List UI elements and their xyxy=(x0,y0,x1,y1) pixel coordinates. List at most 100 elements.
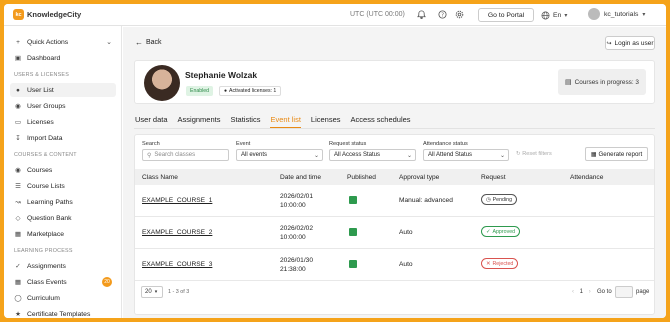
published-icon xyxy=(349,228,357,236)
chevron-right-icon[interactable]: › xyxy=(589,289,591,295)
sidebar-item-label: Dashboard xyxy=(27,54,61,62)
tab-bar: User data Assignments Statistics Event l… xyxy=(135,115,411,128)
sidebar-item-curriculum[interactable]: ◯ Curriculum xyxy=(10,291,116,305)
sidebar-item-label: Learning Paths xyxy=(27,198,73,206)
event-value: All events xyxy=(241,152,268,158)
license-icon: ▭ xyxy=(14,119,22,126)
date-time: 2026/01/30 21:38:00 xyxy=(280,256,313,274)
class-name-link[interactable]: EXAMPLE_COURSE_2 xyxy=(142,229,212,236)
date-time: 2026/02/01 10:00:00 xyxy=(280,192,313,210)
chevron-down-icon: ▾ xyxy=(642,11,646,18)
timezone-label[interactable]: UTC (UTC 00:00) xyxy=(350,11,405,18)
sidebar-item-courses[interactable]: ◉ Courses xyxy=(10,163,116,177)
go-to-portal-button[interactable]: Go to Portal xyxy=(478,8,534,22)
reset-filters-button[interactable]: ↻ Reset filters xyxy=(516,151,552,157)
current-page[interactable]: 1 xyxy=(580,289,583,295)
tab-access-schedules[interactable]: Access schedules xyxy=(351,115,411,128)
login-as-user-label: Login as user xyxy=(614,39,654,47)
gear-icon[interactable] xyxy=(454,9,465,20)
sidebar-item-label: Curriculum xyxy=(27,294,60,302)
page-number: ‹ 1 › xyxy=(572,289,591,295)
arrow-left-icon: ← xyxy=(135,38,143,47)
sidebar-item-dashboard[interactable]: ▣ Dashboard xyxy=(10,51,116,65)
per-page-select[interactable]: 20 ▾ xyxy=(141,286,163,298)
login-as-user-button[interactable]: ↪ Login as user xyxy=(605,36,655,50)
sidebar-item-learning-paths[interactable]: ↝ Learning Paths xyxy=(10,195,116,209)
tab-statistics[interactable]: Statistics xyxy=(230,115,260,128)
tab-divider xyxy=(134,128,655,129)
sidebar-item-label: User Groups xyxy=(27,102,66,110)
tab-user-data[interactable]: User data xyxy=(135,115,168,128)
column-header: Class Name xyxy=(142,174,178,181)
class-name-link[interactable]: EXAMPLE_COURSE_3 xyxy=(142,261,212,268)
chevron-down-icon: ⌄ xyxy=(313,152,319,159)
list-icon: ☰ xyxy=(15,183,21,190)
reset-filters-label: Reset filters xyxy=(522,151,552,157)
search-input[interactable]: ⚲ Search classes xyxy=(142,149,229,161)
path-icon: ↝ xyxy=(15,199,21,206)
chevron-left-icon[interactable]: ‹ xyxy=(572,289,574,295)
time: 10:00:00 xyxy=(280,234,306,241)
sidebar-item-user-groups[interactable]: ◉ User Groups xyxy=(10,99,116,113)
generate-report-label: Generate report xyxy=(598,150,643,158)
request-status-label: Request status xyxy=(329,141,367,147)
import-icon: ↧ xyxy=(15,135,21,142)
status-label: Pending xyxy=(492,196,513,203)
courses-icon: ◉ xyxy=(15,167,21,174)
request-status-select[interactable]: All Access Status ⌄ xyxy=(329,149,416,161)
attendance-status-select[interactable]: All Attend Status ⌄ xyxy=(423,149,509,161)
published-icon xyxy=(349,260,357,268)
language-value: En xyxy=(553,11,562,19)
help-icon[interactable]: ? xyxy=(437,9,448,20)
back-label: Back xyxy=(146,39,162,46)
user-menu[interactable]: kc_tutorials ▾ xyxy=(588,8,645,20)
approval-type: Manual: advanced xyxy=(399,197,453,204)
sidebar-item-course-lists[interactable]: ☰ Course Lists xyxy=(10,179,116,193)
notification-icon[interactable] xyxy=(416,9,427,20)
sidebar-item-licenses[interactable]: ▭ Licenses xyxy=(10,115,116,129)
event-list-panel: Search ⚲ Search classes Event All events… xyxy=(134,134,655,315)
login-icon: ↪ xyxy=(606,40,612,47)
sidebar-item-label: Assignments xyxy=(27,262,66,270)
sidebar-item-certificate-templates[interactable]: ★ Certificate Templates xyxy=(10,307,116,319)
sidebar-item-quick-actions[interactable]: + Quick Actions ⌄ xyxy=(10,35,116,49)
goto-page-input[interactable] xyxy=(615,286,633,298)
tab-event-list[interactable]: Event list xyxy=(270,115,301,128)
store-icon: ▦ xyxy=(14,231,22,238)
time: 10:00:00 xyxy=(280,202,306,209)
search-placeholder: Search classes xyxy=(154,152,196,158)
sidebar-item-question-bank[interactable]: ◇ Question Bank xyxy=(10,211,116,225)
sidebar-item-marketplace[interactable]: ▦ Marketplace xyxy=(10,227,116,241)
sidebar-item-assignments[interactable]: ✓ Assignments xyxy=(10,259,116,273)
sidebar-item-label: Import Data xyxy=(27,134,63,142)
profile-photo xyxy=(144,65,180,101)
date: 2026/01/30 xyxy=(280,257,314,264)
class-name-link[interactable]: EXAMPLE_COURSE_1 xyxy=(142,197,212,204)
date: 2026/02/02 xyxy=(280,225,314,232)
sidebar-item-label: User List xyxy=(27,86,54,94)
approval-type: Auto xyxy=(399,261,413,268)
event-label: Event xyxy=(236,141,251,147)
curriculum-icon: ◯ xyxy=(14,295,22,302)
globe-icon xyxy=(541,11,550,19)
language-select[interactable]: En ▾ xyxy=(541,8,579,22)
generate-report-button[interactable]: ▦ Generate report xyxy=(585,147,648,161)
event-select[interactable]: All events ⌄ xyxy=(236,149,323,161)
sidebar-item-label: Course Lists xyxy=(27,182,65,190)
sidebar-item-class-events[interactable]: ▦ Class Events 20 xyxy=(10,275,116,289)
licenses-label: Activated licenses: 1 xyxy=(229,88,277,94)
pagination: 20 ▾ 1 - 3 of 3 ‹ 1 › Go to page xyxy=(135,282,654,302)
logo[interactable]: kc KnowledgeCity xyxy=(13,9,81,20)
sidebar-item-import-data[interactable]: ↧ Import Data xyxy=(10,131,116,145)
profile-card: Stephanie Wolzak Enabled ● Activated lic… xyxy=(134,60,655,104)
tab-licenses[interactable]: Licenses xyxy=(311,115,341,128)
certificate-icon: ★ xyxy=(15,311,21,318)
username: kc_tutorials xyxy=(604,10,639,18)
users-icon: ◉ xyxy=(15,103,21,110)
back-button[interactable]: ← Back xyxy=(135,38,162,47)
tab-assignments[interactable]: Assignments xyxy=(178,115,221,128)
chevron-down-icon: ⌄ xyxy=(106,39,112,46)
sidebar-item-user-list[interactable]: ● User List xyxy=(10,83,116,97)
clock-icon: ◷ xyxy=(486,196,491,203)
pin-icon: ● xyxy=(224,88,228,94)
